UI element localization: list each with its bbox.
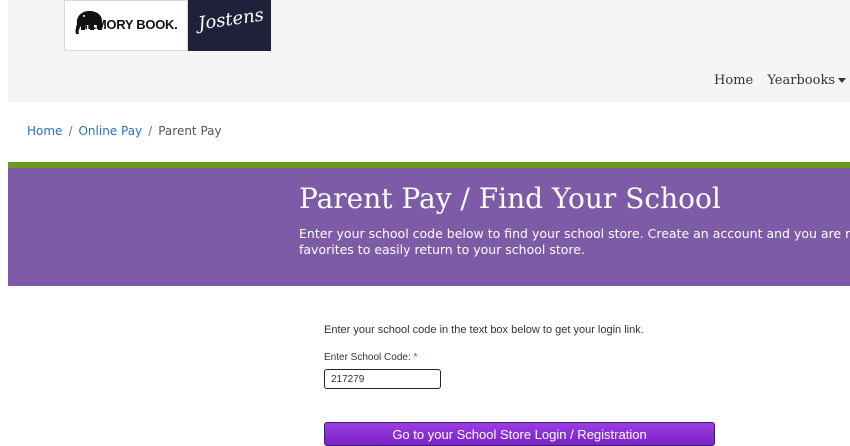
memory-book-logo[interactable]: MEMORY BOOK.: [64, 0, 188, 51]
breadcrumb-separator: /: [148, 124, 153, 138]
school-code-form: Enter your school code in the text box b…: [324, 324, 715, 446]
breadcrumb-home[interactable]: Home: [27, 124, 62, 138]
logo-group[interactable]: MEMORY BOOK. Jostens: [64, 0, 271, 51]
form-instruction: Enter your school code in the text box b…: [324, 324, 644, 336]
breadcrumb-online-pay[interactable]: Online Pay: [78, 124, 142, 138]
hero-banner: Parent Pay / Find Your School Enter your…: [8, 162, 850, 286]
jostens-wordmark: Jostens: [196, 4, 266, 35]
breadcrumb-current: Parent Pay: [158, 124, 222, 138]
breadcrumb-separator: /: [68, 124, 73, 138]
memory-book-wordmark: MEMORY BOOK.: [77, 17, 178, 32]
hero-description-line-1: Enter your school code below to find you…: [299, 226, 850, 241]
school-code-label-text: Enter School Code:: [324, 352, 411, 363]
school-code-label: Enter School Code: *: [324, 352, 417, 363]
hero-description: Enter your school code below to find you…: [299, 226, 850, 258]
main-nav: Home Yearbooks: [704, 73, 846, 88]
breadcrumb: Home / Online Pay / Parent Pay: [27, 124, 222, 138]
school-code-input[interactable]: [324, 369, 441, 389]
caret-down-icon: [838, 78, 846, 83]
required-mark: *: [413, 352, 418, 363]
nav-yearbooks-label: Yearbooks: [767, 73, 835, 88]
go-to-store-button[interactable]: Go to your School Store Login / Registra…: [324, 422, 715, 446]
hero-description-line-2: favorites to easily return to your schoo…: [299, 242, 585, 257]
nav-home[interactable]: Home: [714, 73, 753, 88]
nav-yearbooks[interactable]: Yearbooks: [767, 73, 846, 88]
page-title: Parent Pay / Find Your School: [299, 182, 721, 215]
jostens-logo[interactable]: Jostens: [188, 0, 271, 51]
